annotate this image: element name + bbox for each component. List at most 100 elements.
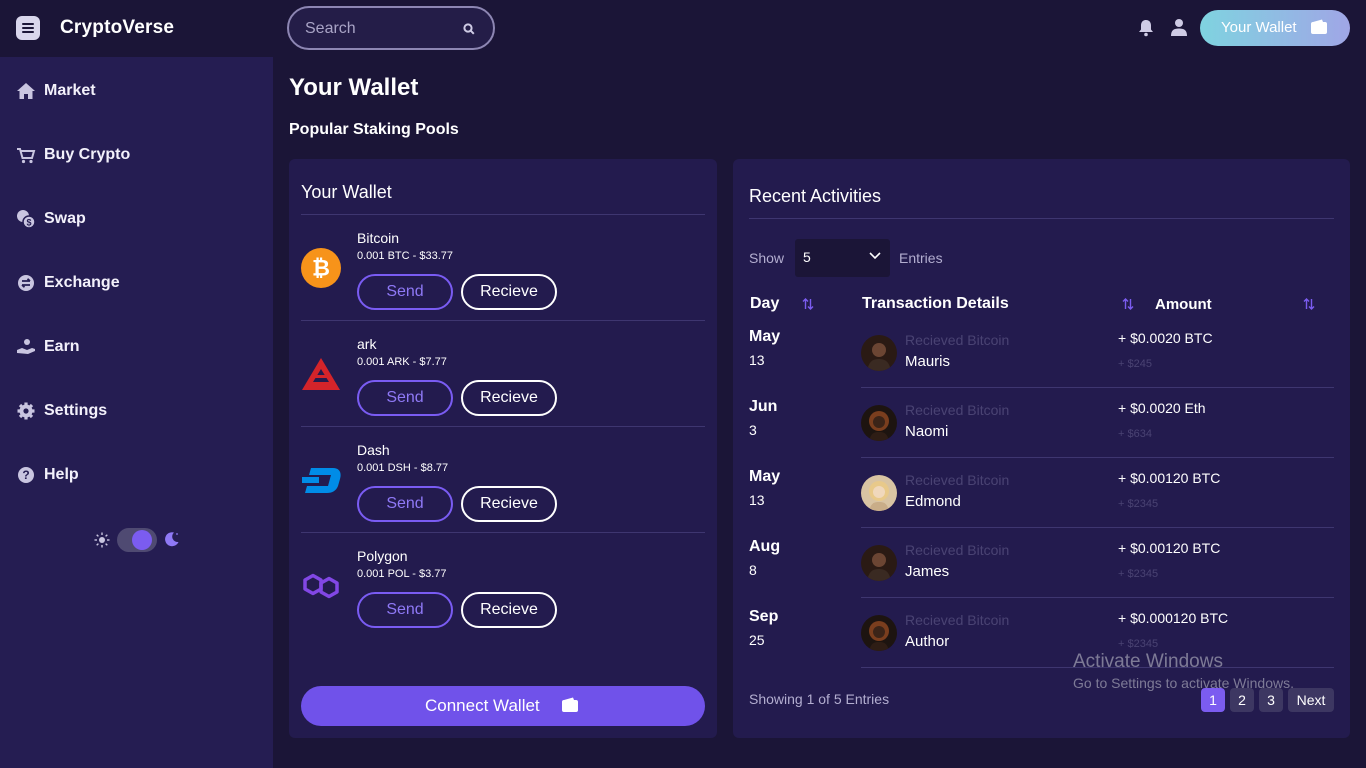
- sun-icon: [94, 532, 110, 548]
- row-name: Author: [905, 633, 950, 650]
- coin-balance: 0.001 DSH - $8.77: [357, 462, 449, 474]
- coin-balance: 0.001 POL - $3.77: [357, 568, 447, 580]
- cart-icon: [17, 148, 36, 164]
- column-header-transaction-details[interactable]: Transaction Details: [862, 295, 1009, 313]
- search-input[interactable]: [305, 18, 455, 40]
- sidebar-item-market[interactable]: Market: [16, 78, 256, 104]
- entries-select[interactable]: 5: [795, 239, 890, 277]
- sidebar-item-settings[interactable]: Settings: [16, 398, 256, 424]
- row-amount: + $0.0020 BTC: [1118, 330, 1213, 346]
- table-row[interactable]: May 13 Recieved Bitcoin Mauris + $0.0020…: [749, 318, 1334, 388]
- gear-icon: [17, 402, 35, 420]
- search-bar[interactable]: [287, 6, 495, 50]
- send-button[interactable]: Send: [357, 592, 453, 628]
- row-day: 13: [749, 492, 765, 508]
- table-row[interactable]: May 13 Recieved Bitcoin Edmond + $0.0012…: [749, 458, 1334, 528]
- sidebar-item-label: Settings: [44, 402, 108, 419]
- wallet-icon: [562, 697, 578, 712]
- row-description: Recieved Bitcoin: [905, 612, 1010, 628]
- your-wallet-button[interactable]: Your Wallet: [1200, 10, 1350, 46]
- watermark-title: Activate Windows: [1073, 651, 1223, 672]
- table-row[interactable]: Jun 3 Recieved Bitcoin Naomi + $0.0020 E…: [749, 388, 1334, 458]
- help-icon: ?: [18, 467, 34, 483]
- row-usd: + $634: [1118, 428, 1152, 440]
- sidebar-item-exchange[interactable]: Exchange: [16, 270, 256, 296]
- wallet-card: Your Wallet ₿ Bitcoin 0.001 BTC - $33.77…: [289, 159, 717, 738]
- avatar: [861, 335, 897, 371]
- row-description: Recieved Bitcoin: [905, 542, 1010, 558]
- page-title: Your Wallet: [289, 74, 419, 101]
- coin-balance: 0.001 BTC - $33.77: [357, 250, 454, 262]
- sidebar-item-help[interactable]: ? Help: [16, 462, 256, 488]
- row-month: May: [749, 468, 781, 485]
- wallet-icon: [1311, 19, 1327, 34]
- sidebar-item-label: Swap: [44, 210, 86, 227]
- row-amount: + $0.000120 BTC: [1118, 610, 1229, 626]
- divider: [749, 218, 1334, 219]
- column-header-day[interactable]: Day: [750, 295, 779, 313]
- row-name: James: [905, 563, 950, 580]
- column-header-amount[interactable]: Amount: [1155, 296, 1212, 313]
- coin-row: Dash 0.001 DSH - $8.77 Send Recieve: [301, 427, 705, 533]
- sidebar-item-label: Market: [44, 82, 96, 99]
- table-row[interactable]: Aug 8 Recieved Bitcoin James + $0.00120 …: [749, 528, 1334, 598]
- search-icon[interactable]: [463, 23, 475, 35]
- connect-wallet-button[interactable]: Connect Wallet: [301, 686, 705, 726]
- row-month: May: [749, 328, 781, 345]
- your-wallet-button-label: Your Wallet: [1221, 19, 1297, 36]
- row-name: Edmond: [905, 493, 961, 510]
- activation-watermark: Activate Windows Go to Settings to activ…: [1073, 651, 1294, 691]
- row-description: Recieved Bitcoin: [905, 332, 1010, 348]
- page-subtitle: Popular Staking Pools: [289, 121, 459, 138]
- sidebar-item-earn[interactable]: Earn: [16, 334, 256, 360]
- sidebar-item-buy-crypto[interactable]: Buy Crypto: [16, 142, 256, 168]
- row-amount: + $0.0020 Eth: [1118, 400, 1206, 416]
- dash-icon: [302, 468, 341, 493]
- user-icon[interactable]: [1170, 18, 1188, 36]
- sidebar: Market Buy Crypto $ Swap Exchange Earn S…: [0, 57, 273, 768]
- sidebar-item-label: Earn: [44, 338, 80, 355]
- row-amount: + $0.00120 BTC: [1118, 470, 1221, 486]
- avatar: [861, 545, 897, 581]
- page-button-2[interactable]: 2: [1230, 688, 1254, 712]
- send-button[interactable]: Send: [357, 380, 453, 416]
- sidebar-item-label: Buy Crypto: [44, 146, 131, 163]
- hamburger-menu-icon[interactable]: [16, 16, 40, 40]
- row-month: Sep: [749, 608, 779, 625]
- showing-entries-text: Showing 1 of 5 Entries: [749, 691, 890, 707]
- receive-button[interactable]: Recieve: [461, 592, 557, 628]
- row-day: 13: [749, 352, 765, 368]
- entries-label: Entries: [899, 250, 943, 266]
- sort-icon[interactable]: [802, 297, 814, 311]
- moon-icon: [165, 532, 179, 547]
- receive-button[interactable]: Recieve: [461, 380, 557, 416]
- theme-switch-knob: [132, 530, 152, 550]
- row-usd: + $245: [1118, 358, 1152, 370]
- top-bar: CryptoVerse Your Wallet: [0, 0, 1366, 57]
- hand-coin-icon: [17, 339, 35, 354]
- sidebar-item-swap[interactable]: $ Swap: [16, 206, 256, 232]
- row-usd: + $2345: [1118, 638, 1159, 650]
- coin-name: Bitcoin: [357, 230, 400, 246]
- page-button-1[interactable]: 1: [1201, 688, 1225, 712]
- page-button-3[interactable]: 3: [1259, 688, 1283, 712]
- wallet-card-title: Your Wallet: [301, 182, 392, 202]
- svg-text:₿: ₿: [312, 256, 330, 281]
- sort-icon[interactable]: [1122, 297, 1134, 311]
- sort-icon[interactable]: [1303, 297, 1315, 311]
- avatar: [861, 405, 897, 441]
- send-button[interactable]: Send: [357, 486, 453, 522]
- theme-switch[interactable]: [117, 528, 157, 552]
- row-amount: + $0.00120 BTC: [1118, 540, 1221, 556]
- receive-button[interactable]: Recieve: [461, 486, 557, 522]
- connect-wallet-label: Connect Wallet: [425, 696, 540, 715]
- entries-select-value: 5: [803, 249, 811, 265]
- send-button[interactable]: Send: [357, 274, 453, 310]
- row-day: 8: [749, 562, 757, 578]
- theme-toggle[interactable]: [94, 526, 184, 554]
- row-day: 25: [749, 632, 765, 648]
- receive-button[interactable]: Recieve: [461, 274, 557, 310]
- row-usd: + $2345: [1118, 498, 1159, 510]
- bell-icon[interactable]: [1138, 19, 1154, 37]
- next-page-button[interactable]: Next: [1288, 688, 1334, 712]
